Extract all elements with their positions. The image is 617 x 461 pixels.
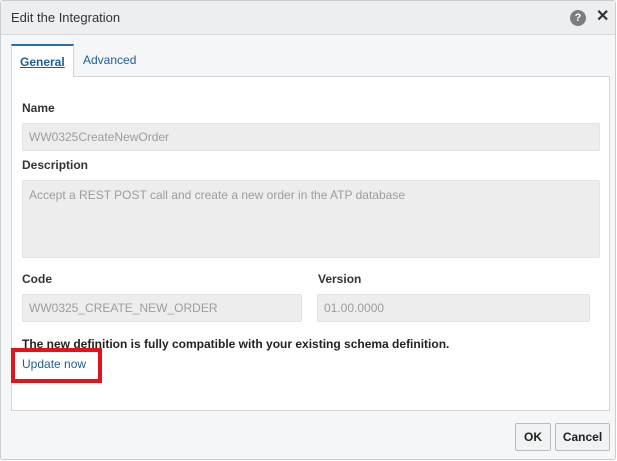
name-label: Name [22,101,55,115]
update-now-link[interactable]: Update now [22,357,86,371]
version-field[interactable]: 01.00.0000 [317,294,590,322]
help-icon[interactable]: ? [570,10,586,26]
tab-advanced[interactable]: Advanced [75,44,144,77]
close-icon[interactable]: ✕ [596,8,609,26]
code-label: Code [22,272,52,286]
version-label: Version [318,272,362,286]
cancel-button[interactable]: Cancel [555,423,610,451]
description-label: Description [22,158,89,172]
description-field[interactable]: Accept a REST POST call and create a new… [22,180,600,258]
code-field[interactable]: WW0325_CREATE_NEW_ORDER [22,294,302,322]
tab-general[interactable]: General [11,44,74,77]
name-field[interactable]: WW0325CreateNewOrder [22,123,600,151]
dialog-title: Edit the Integration [11,10,121,25]
ok-button[interactable]: OK [515,423,551,451]
dialog-titlebar: Edit the Integration ? ✕ [1,1,615,35]
